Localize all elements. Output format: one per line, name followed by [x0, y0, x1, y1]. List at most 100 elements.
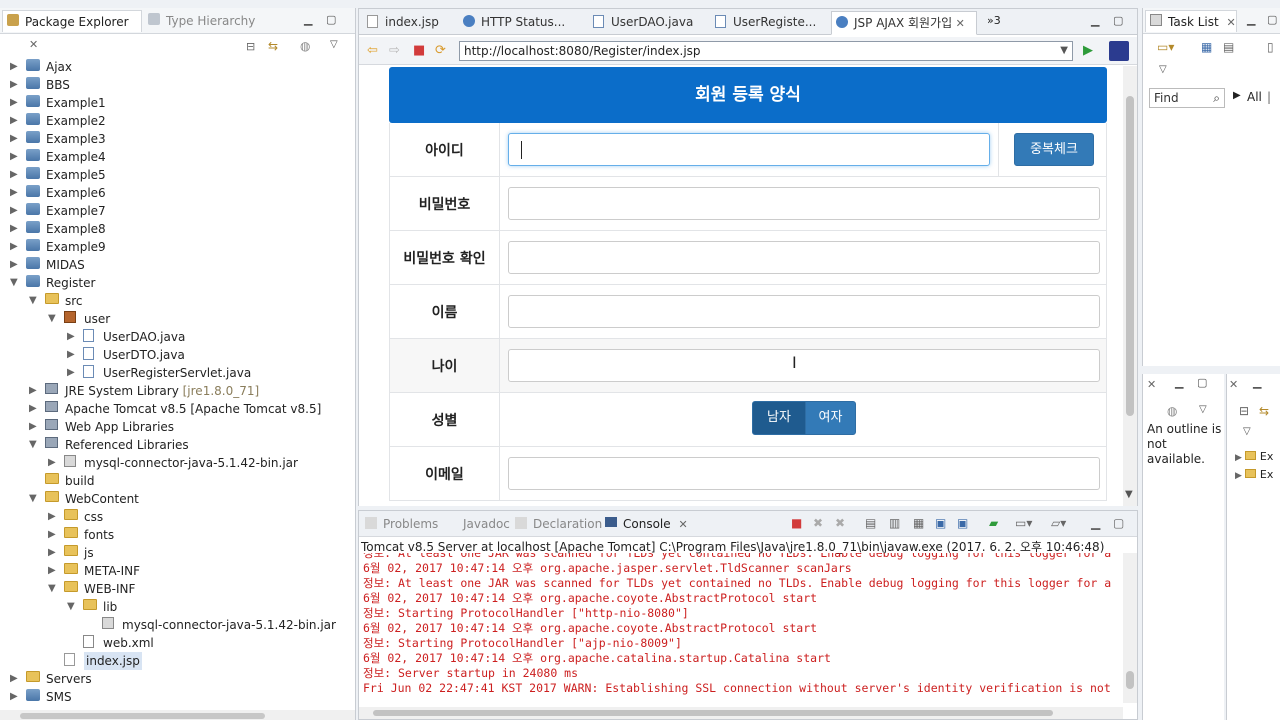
name-input[interactable]	[508, 295, 1100, 328]
tree-item[interactable]: ▶ Web App Libraries	[0, 418, 356, 436]
tab-problems[interactable]: Problems	[363, 515, 438, 535]
maximize-icon[interactable]: ▢	[326, 13, 336, 26]
editor-tab[interactable]: JSP AJAX 회원가입 ✕	[831, 11, 977, 35]
minimize-icon[interactable]: ▁	[1175, 376, 1183, 389]
email-input[interactable]	[508, 457, 1100, 490]
task-find-input[interactable]: Find ⌕	[1149, 88, 1225, 108]
chevron-down-icon[interactable]: ▼	[67, 598, 77, 616]
url-input[interactable]: http://localhost:8080/Register/index.jsp…	[459, 41, 1073, 61]
tree-item[interactable]: mysql-connector-java-5.1.42-bin.jar	[0, 616, 356, 634]
collapse-all-icon[interactable]: ⊟	[1239, 404, 1249, 418]
age-input[interactable]	[508, 349, 1100, 382]
chevron-down-icon[interactable]: ▼	[1060, 42, 1068, 60]
new-task-icon[interactable]: ▭▾	[1157, 40, 1174, 54]
gender-female-button[interactable]: 여자	[805, 401, 856, 435]
maximize-icon[interactable]: ▢	[1113, 516, 1124, 530]
tab-overflow[interactable]: »3	[987, 14, 1001, 27]
close-icon[interactable]: ✕	[678, 518, 687, 531]
chevron-right-icon[interactable]: ▶	[48, 562, 58, 580]
tree-item[interactable]: ▶ SMS	[0, 688, 356, 706]
chevron-right-icon[interactable]: ▶	[67, 364, 77, 382]
password-input[interactable]	[508, 187, 1100, 220]
chevron-down-icon[interactable]: ▼	[48, 580, 58, 598]
page-vertical-scrollbar[interactable]: ▼	[1123, 66, 1137, 506]
tree-item[interactable]: ▶ Apache Tomcat v8.5 [Apache Tomcat v8.5]	[0, 400, 356, 418]
show-on-stderr-icon[interactable]: ▣	[957, 516, 968, 530]
collapse-all-icon[interactable]: ⊟	[246, 40, 255, 53]
all-filter-link[interactable]: All	[1247, 90, 1262, 104]
chevron-down-icon[interactable]: ▼	[29, 292, 39, 310]
chevron-down-icon[interactable]: ▼	[1125, 489, 1133, 500]
chevron-right-icon[interactable]: ▶	[10, 112, 20, 130]
horizontal-scrollbar[interactable]	[0, 710, 355, 720]
clear-console-icon[interactable]: ▤	[865, 516, 876, 530]
console-vertical-scrollbar[interactable]	[1123, 553, 1137, 703]
focus-icon[interactable]: ◍	[1167, 404, 1177, 418]
chevron-right-icon[interactable]: ▶	[10, 202, 20, 220]
chevron-right-icon[interactable]: ▶	[10, 220, 20, 238]
close-icon[interactable]: ✕	[952, 17, 965, 30]
view-menu-icon[interactable]: ▽	[1199, 404, 1207, 415]
chevron-right-icon[interactable]: ▶	[67, 346, 77, 364]
chevron-right-icon[interactable]: ▶	[10, 58, 20, 76]
display-console-icon[interactable]: ▭▾	[1015, 516, 1032, 530]
tree-item[interactable]: ▶ UserDAO.java	[0, 328, 356, 346]
browser-menu-icon[interactable]	[1109, 41, 1129, 61]
tab-package-explorer[interactable]: Package Explorer ✕	[2, 10, 142, 51]
back-icon[interactable]: ⇦	[367, 43, 378, 58]
tree-item[interactable]: ▼ lib	[0, 598, 356, 616]
pin-console-icon[interactable]: ▰	[989, 516, 998, 530]
editor-tab[interactable]: index.jsp	[363, 11, 455, 35]
refresh-icon[interactable]: ⟳	[435, 43, 446, 58]
tree-item[interactable]: ▶ META-INF	[0, 562, 356, 580]
more-icon[interactable]: ▯	[1267, 40, 1274, 54]
link-with-editor-icon[interactable]: ⇆	[268, 39, 278, 53]
chevron-right-icon[interactable]: ▶	[10, 256, 20, 274]
console-horizontal-scrollbar[interactable]	[359, 707, 1123, 719]
chevron-right-icon[interactable]: ▶	[48, 544, 58, 562]
view-menu-icon[interactable]: ▽	[1159, 64, 1167, 75]
tree-item[interactable]: ▶ UserRegisterServlet.java	[0, 364, 356, 382]
word-wrap-icon[interactable]: ▦	[913, 516, 924, 530]
chevron-right-icon[interactable]: ▶	[10, 238, 20, 256]
open-console-icon[interactable]: ▱▾	[1051, 516, 1066, 530]
tree-item[interactable]: ▶ Example8	[0, 220, 356, 238]
chevron-right-icon[interactable]: ▶	[1233, 90, 1241, 101]
chevron-right-icon[interactable]: ▶	[29, 400, 39, 418]
view-menu-icon[interactable]: ▽	[1243, 426, 1251, 437]
chevron-right-icon[interactable]: ▶	[10, 184, 20, 202]
tree-item[interactable]: ▼ WebContent	[0, 490, 356, 508]
gender-male-button[interactable]: 남자	[752, 401, 806, 435]
editor-tab[interactable]: HTTP Status...	[459, 11, 585, 35]
tree-item[interactable]: ▶ BBS	[0, 76, 356, 94]
view-menu-icon[interactable]: ▽	[330, 39, 338, 50]
tree-item[interactable]: web.xml	[0, 634, 356, 652]
tree-item[interactable]: ▼ WEB-INF	[0, 580, 356, 598]
tree-item[interactable]: ▶ fonts	[0, 526, 356, 544]
tree-item[interactable]: ▶ Example6	[0, 184, 356, 202]
tree-item[interactable]: ▶ JRE System Library [jre1.8.0_71]	[0, 382, 356, 400]
minimize-icon[interactable]: ▁	[1253, 376, 1261, 389]
editor-tab[interactable]: UserRegiste...	[711, 11, 827, 35]
tree-item[interactable]: ▼ Register	[0, 274, 356, 292]
close-icon[interactable]: ✕	[1147, 378, 1156, 391]
minimize-icon[interactable]: ▁	[1247, 13, 1255, 26]
tree-item[interactable]: ▶ Example7	[0, 202, 356, 220]
outline-item[interactable]: ▶ Ex	[1235, 468, 1273, 481]
minimize-icon[interactable]: ▁	[1091, 516, 1100, 530]
chevron-right-icon[interactable]: ▶	[29, 418, 39, 436]
remove-launch-icon[interactable]: ✖	[813, 516, 823, 530]
terminate-icon[interactable]: ■	[791, 516, 802, 530]
chevron-right-icon[interactable]: ▶	[10, 130, 20, 148]
tree-item[interactable]: ▶ Servers	[0, 670, 356, 688]
chevron-right-icon[interactable]: ▶	[10, 670, 20, 688]
tab-console[interactable]: Console ✕	[603, 515, 688, 535]
chevron-right-icon[interactable]: ▶	[10, 94, 20, 112]
tree-item[interactable]: ▼ src	[0, 292, 356, 310]
maximize-icon[interactable]: ▢	[1113, 14, 1123, 27]
tab-javadoc[interactable]: Javadoc	[443, 515, 510, 535]
console-output[interactable]: 정보: At least one JAR was scanned for TLD…	[363, 553, 1119, 703]
outline-item[interactable]: ▶ Ex	[1235, 450, 1273, 463]
tree-item[interactable]: ▶ js	[0, 544, 356, 562]
tree-item[interactable]: ▶ Example5	[0, 166, 356, 184]
